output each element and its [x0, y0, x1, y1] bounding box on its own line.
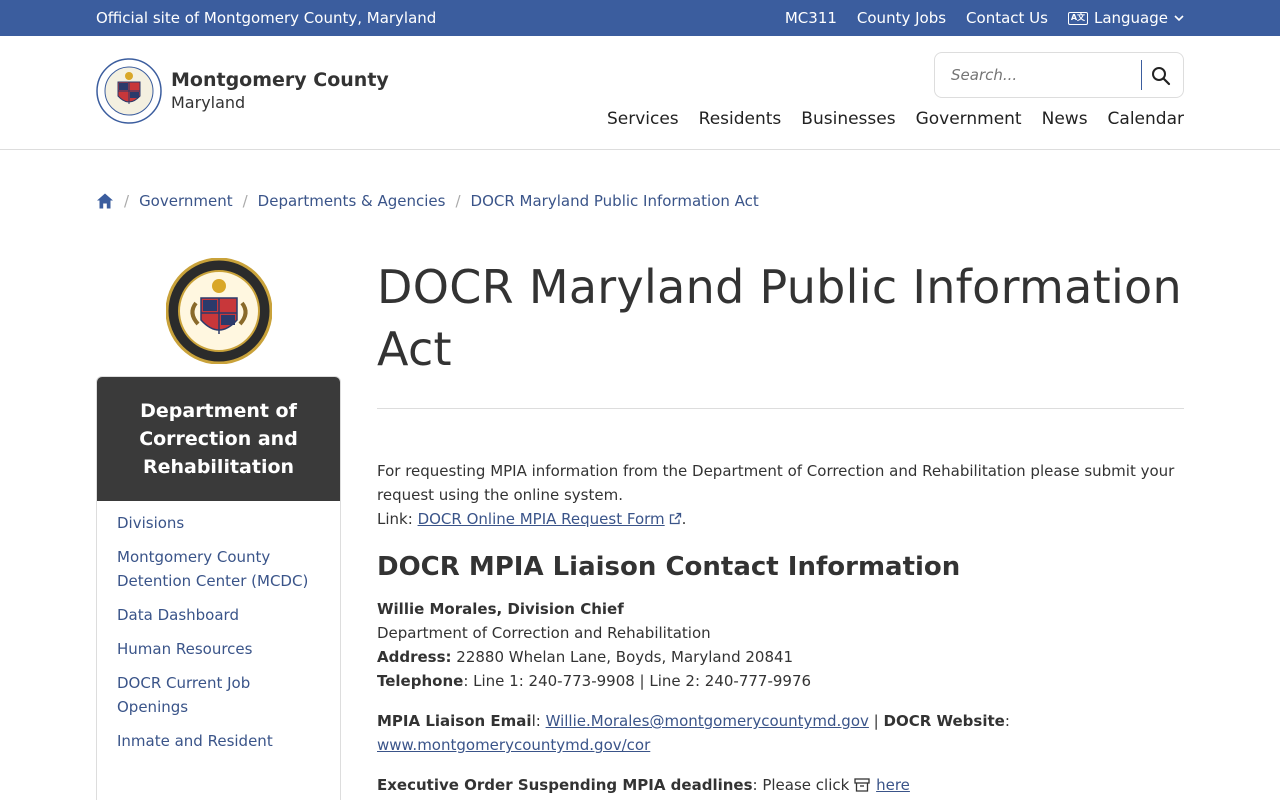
breadcrumb-separator: /: [242, 192, 248, 210]
address-label: Address:: [377, 648, 452, 666]
county-seal-logo[interactable]: [96, 58, 162, 124]
exec-order-text: : Please click: [752, 776, 850, 794]
sidebar-list: Divisions Montgomery County Detention Ce…: [97, 511, 340, 753]
intro-text: For requesting MPIA information from the…: [377, 462, 1175, 504]
telephone-value: : Line 1: 240-773-9908 | Line 2: 240-777…: [463, 672, 812, 690]
docr-seal: [166, 258, 272, 364]
sidebar-item-inmate-resident[interactable]: Inmate and Resident: [117, 729, 320, 753]
exec-order-here-link[interactable]: here: [876, 776, 910, 794]
pipe-separator: |: [873, 712, 879, 730]
title-divider: [377, 408, 1184, 409]
language-label: Language: [1093, 9, 1168, 27]
nav-residents[interactable]: Residents: [699, 109, 782, 129]
telephone-label: Telephone: [377, 672, 464, 690]
contact-us-link[interactable]: Contact Us: [966, 9, 1048, 27]
utility-links: MC311 County Jobs Contact Us A文 Language: [785, 9, 1184, 27]
logo-title[interactable]: Montgomery County: [171, 69, 389, 91]
utility-bar: Official site of Montgomery County, Mary…: [0, 0, 1280, 36]
breadcrumb-separator: /: [124, 192, 130, 210]
search-icon[interactable]: [1149, 64, 1173, 88]
liaison-email-link[interactable]: Willie.Morales@montgomerycountymd.gov: [546, 712, 869, 730]
contact-name: Willie Morales, Division Chief: [377, 600, 624, 618]
home-icon[interactable]: [96, 192, 114, 210]
nav-news[interactable]: News: [1042, 109, 1088, 129]
search-input[interactable]: [936, 54, 1140, 96]
breadcrumb-departments[interactable]: Departments & Agencies: [258, 192, 446, 210]
breadcrumb-separator: /: [455, 192, 461, 210]
address-value: 22880 Whelan Lane, Boyds, Maryland 20841: [456, 648, 794, 666]
language-icon: A文: [1067, 11, 1088, 25]
main-content: DOCR Maryland Public Information Act: [377, 256, 1184, 380]
contact-block: Willie Morales, Division Chief Departmen…: [377, 597, 1184, 693]
nav-services[interactable]: Services: [607, 109, 679, 129]
county-jobs-link[interactable]: County Jobs: [857, 9, 946, 27]
docr-website-link[interactable]: www.montgomerycountymd.gov/cor: [377, 736, 650, 754]
external-link-icon: [669, 512, 681, 525]
language-selector[interactable]: A文 Language: [1067, 9, 1184, 27]
search-divider: [1141, 60, 1142, 90]
website-label: DOCR Website: [883, 712, 1005, 730]
contact-heading: DOCR MPIA Liaison Contact Information: [377, 552, 961, 582]
breadcrumb-current[interactable]: DOCR Maryland Public Information Act: [471, 192, 759, 210]
official-site-text: Official site of Montgomery County, Mary…: [96, 9, 437, 27]
search-box: [934, 52, 1184, 98]
nav-government[interactable]: Government: [916, 109, 1022, 129]
sidebar-item-divisions[interactable]: Divisions: [117, 511, 320, 535]
archive-icon: [854, 778, 870, 792]
sidebar-panel: Department of Correction and Rehabilitat…: [96, 376, 341, 800]
sidebar-item-mcdc[interactable]: Montgomery County Detention Center (MCDC…: [117, 545, 320, 593]
email-label-suffix: l:: [531, 712, 541, 730]
nav-calendar[interactable]: Calendar: [1108, 109, 1184, 129]
mc311-link[interactable]: MC311: [785, 9, 837, 27]
email-block: MPIA Liaison Email: Willie.Morales@montg…: [377, 712, 1010, 754]
page-title: DOCR Maryland Public Information Act: [377, 260, 1182, 376]
sidebar-item-job-openings[interactable]: DOCR Current Job Openings: [117, 671, 320, 719]
breadcrumb: / Government / Departments & Agencies / …: [96, 192, 759, 210]
email-label: MPIA Liaison Emai: [377, 712, 532, 730]
logo-subtitle: Maryland: [171, 93, 246, 112]
nav-businesses[interactable]: Businesses: [801, 109, 895, 129]
chevron-down-icon: [1174, 15, 1184, 22]
contact-department: Department of Correction and Rehabilitat…: [377, 624, 711, 642]
link-label: Link:: [377, 510, 413, 528]
main-navigation: Services Residents Businesses Government…: [607, 109, 1184, 129]
exec-order-block: Executive Order Suspending MPIA deadline…: [377, 773, 1184, 797]
intro-paragraph: For requesting MPIA information from the…: [377, 462, 1175, 528]
sidebar-item-data-dashboard[interactable]: Data Dashboard: [117, 603, 320, 627]
sidebar-title[interactable]: Department of Correction and Rehabilitat…: [97, 377, 340, 501]
exec-order-label: Executive Order Suspending MPIA deadline…: [377, 776, 753, 794]
breadcrumb-government[interactable]: Government: [139, 192, 233, 210]
mpia-request-form-link[interactable]: DOCR Online MPIA Request Form: [418, 510, 665, 528]
sidebar-item-human-resources[interactable]: Human Resources: [117, 637, 320, 661]
site-header: Montgomery County Maryland Services Resi…: [0, 36, 1280, 150]
